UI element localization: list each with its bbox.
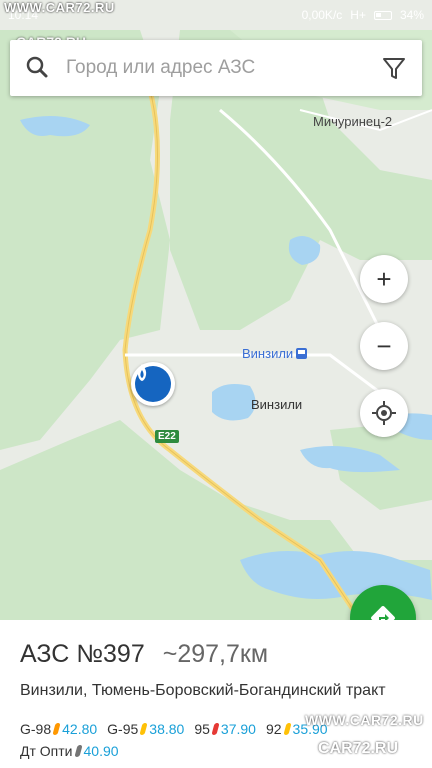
filter-icon[interactable]	[366, 40, 422, 96]
station-card[interactable]: АЗС №397 ~297,7км Винзили, Тюмень-Боровс…	[0, 620, 432, 768]
station-label-text: Винзили	[242, 346, 294, 361]
fuel-type: G-95	[107, 721, 139, 737]
fuel-drop-icon	[282, 723, 292, 735]
crosshair-icon	[372, 401, 396, 425]
fuel-type: 92	[265, 721, 282, 737]
battery-percent: 34%	[399, 8, 424, 22]
fuel-type: G-98	[20, 721, 52, 737]
map-label-vinzili-station: Винзили	[242, 346, 308, 361]
station-distance: ~297,7км	[162, 640, 269, 668]
fuel-price: 40.90	[83, 743, 119, 759]
zoom-in-button[interactable]: +	[360, 255, 408, 303]
watermark-url-top: WWW.CAR72.RU	[4, 0, 115, 15]
gas-station-marker[interactable]	[131, 362, 175, 406]
station-name: АЗС №397	[20, 640, 145, 668]
station-address: Винзили, Тюмень-Боровский-Богандинский т…	[20, 682, 386, 699]
fuel-drop-icon	[139, 723, 148, 735]
fuel-type: Дт Опти	[20, 743, 73, 759]
map-label-michurinets: Мичуринец-2	[313, 114, 393, 129]
search-icon[interactable]	[10, 40, 66, 96]
search-bar[interactable]: Город или адрес АЗС	[10, 40, 422, 96]
road-shield-e22: E22	[155, 430, 179, 443]
fuel-price: 37.90	[220, 721, 256, 737]
station-title-row: АЗС №397 ~297,7км	[20, 640, 268, 669]
battery-icon	[373, 10, 392, 20]
price-item: Дт Опти 40.90	[20, 743, 119, 759]
my-location-button[interactable]	[360, 389, 408, 437]
gazprom-icon	[135, 364, 171, 402]
fuel-drop-icon	[52, 723, 61, 735]
price-item: G-95 38.80	[107, 721, 184, 737]
fuel-drop-icon	[73, 745, 83, 757]
watermark-url-bottom: WWW.CAR72.RU	[305, 712, 424, 728]
fuel-price: 38.80	[149, 721, 185, 737]
search-input[interactable]: Город или адрес АЗС	[66, 57, 366, 79]
bus-stop-icon	[296, 348, 308, 359]
watermark-logo-bottom: CAR72.RU	[318, 740, 399, 757]
fuel-type: 95	[194, 721, 210, 737]
status-right: 0,00K/c H+ 34%	[302, 8, 424, 22]
fuel-drop-icon	[211, 723, 220, 735]
network-speed: 0,00K/c	[301, 8, 343, 22]
fuel-price: 42.80	[62, 721, 98, 737]
signal-type: H+	[350, 8, 366, 22]
zoom-out-button[interactable]: −	[360, 322, 408, 370]
price-item: G-98 42.80	[20, 721, 97, 737]
price-item: 95 37.90	[194, 721, 256, 737]
map-label-vinzili: Винзили	[251, 397, 303, 412]
